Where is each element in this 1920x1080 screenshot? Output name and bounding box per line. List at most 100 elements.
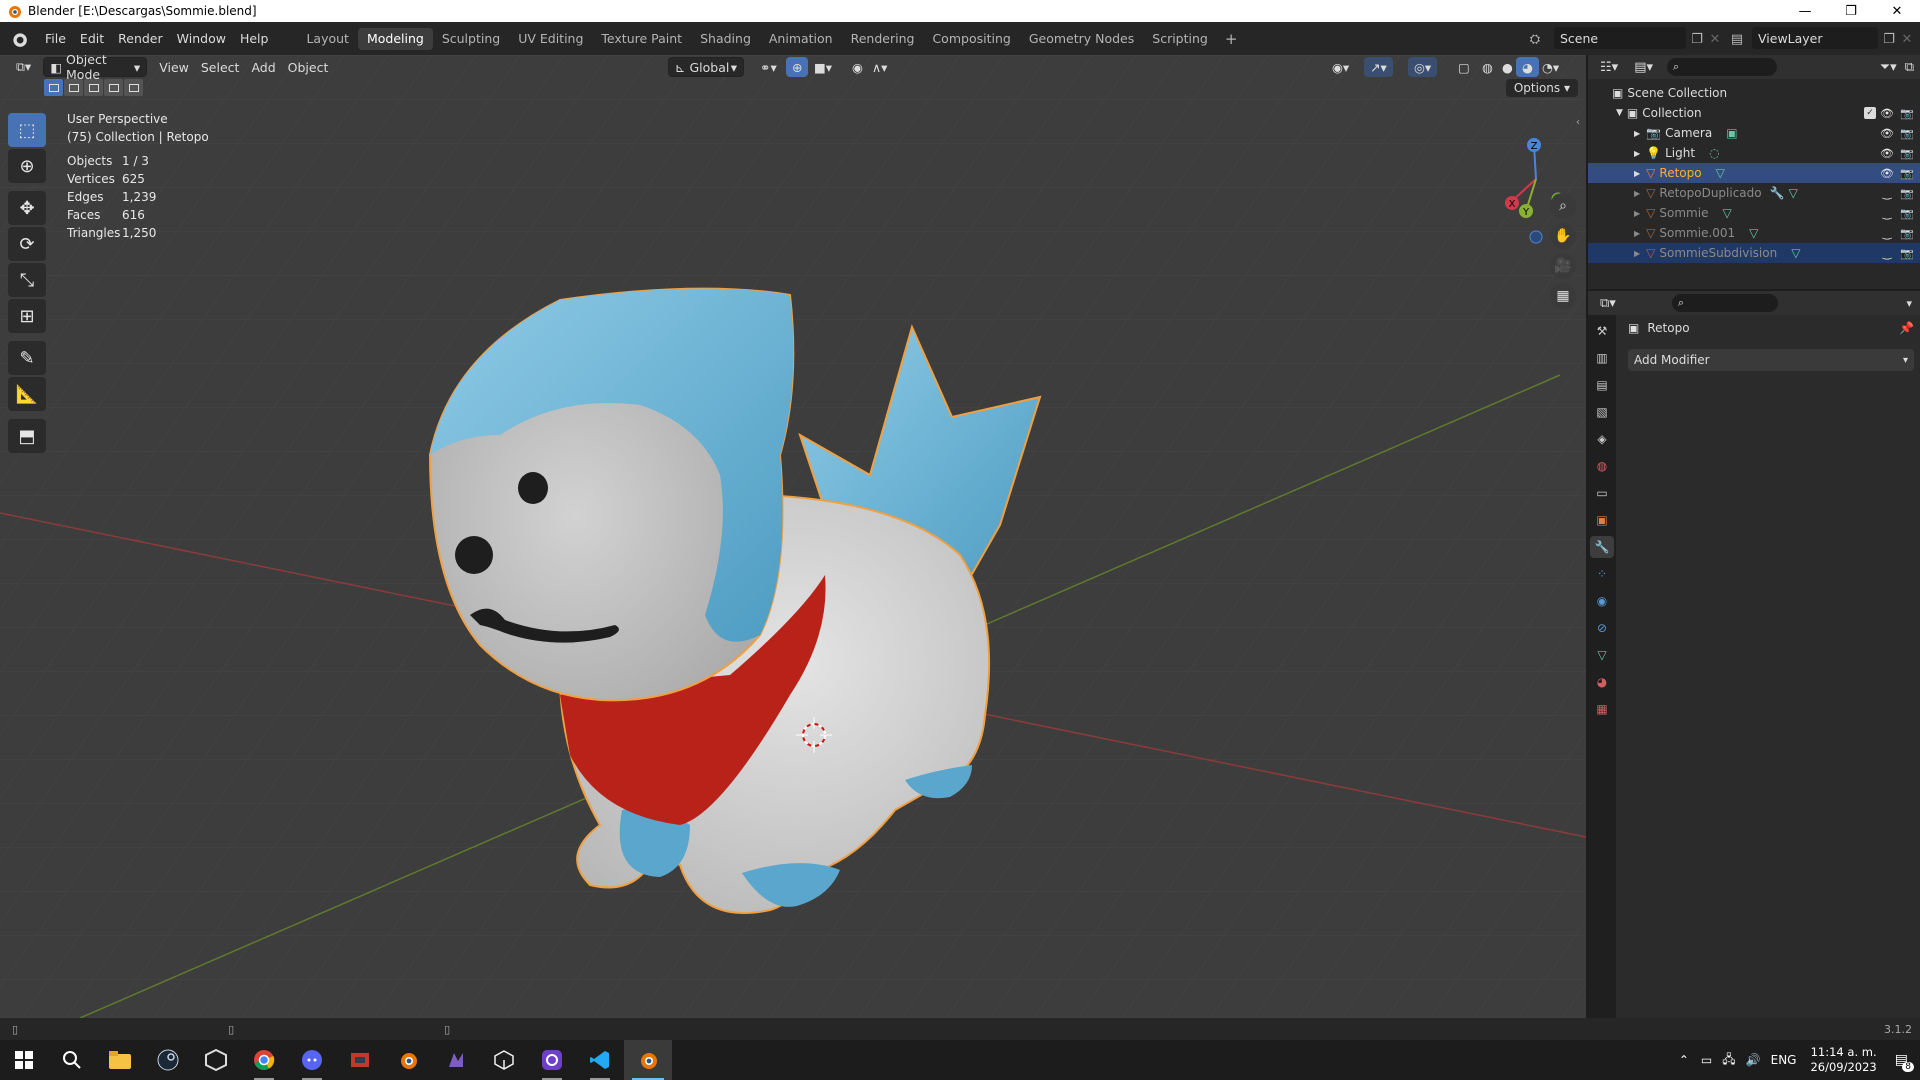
- close-button[interactable]: ✕: [1874, 0, 1920, 22]
- menu-add[interactable]: Add: [245, 57, 281, 77]
- select-subtract-icon[interactable]: [84, 79, 103, 96]
- render-tab-icon[interactable]: ▥: [1590, 347, 1614, 369]
- menu-help[interactable]: Help: [233, 28, 276, 50]
- outliner-row-sommie001[interactable]: ▶ ▽ Sommie.001 ▽ ‿ 📷: [1588, 223, 1920, 243]
- outliner-search-input[interactable]: ⌕: [1667, 58, 1777, 76]
- delete-view-layer-icon[interactable]: ✕: [1896, 28, 1918, 50]
- overlay-toggle-icon[interactable]: ◎▾: [1408, 57, 1438, 77]
- view-layer-selector[interactable]: ViewLayer: [1752, 27, 1878, 49]
- view-layer-tab-icon[interactable]: ▧: [1590, 401, 1614, 423]
- tab-modeling[interactable]: Modeling: [357, 27, 433, 50]
- pin-icon[interactable]: 📌: [1899, 321, 1914, 335]
- outliner-row-retopoduplicado[interactable]: ▶ ▽ RetopoDuplicado 🔧 ▽ ‿ 📷: [1588, 183, 1920, 203]
- menu-window[interactable]: Window: [170, 28, 233, 50]
- blender-menu-icon[interactable]: [10, 30, 28, 48]
- tab-animation[interactable]: Animation: [760, 28, 842, 50]
- add-workspace-button[interactable]: +: [1217, 30, 1246, 48]
- hidden-eye-icon[interactable]: ‿: [1880, 227, 1894, 240]
- expand-icon[interactable]: ▶: [1634, 249, 1640, 258]
- collapse-icon[interactable]: ▼: [1616, 108, 1623, 118]
- tab-uv-editing[interactable]: UV Editing: [509, 28, 592, 50]
- pan-hand-icon[interactable]: ✋: [1550, 223, 1576, 249]
- render-camera-icon[interactable]: 📷: [1900, 207, 1914, 220]
- tab-texture-paint[interactable]: Texture Paint: [592, 28, 691, 50]
- constraints-tab-icon[interactable]: ⊘: [1590, 617, 1614, 639]
- physics-tab-icon[interactable]: ◉: [1590, 590, 1614, 612]
- ortho-grid-icon[interactable]: ▦: [1550, 283, 1576, 309]
- gizmo-toggle-icon[interactable]: ↗▾: [1364, 57, 1393, 77]
- github-desktop-icon[interactable]: [528, 1040, 576, 1080]
- tab-geometry-nodes[interactable]: Geometry Nodes: [1020, 28, 1143, 50]
- hidden-eye-icon[interactable]: ‿: [1880, 207, 1894, 220]
- file-explorer-icon[interactable]: [96, 1040, 144, 1080]
- editor-type-icon[interactable]: ⧉▾: [10, 57, 37, 77]
- add-cube-tool-icon[interactable]: ⬒: [8, 419, 46, 453]
- expand-icon[interactable]: ▶: [1634, 149, 1640, 158]
- blender-launcher-icon[interactable]: [384, 1040, 432, 1080]
- tab-shading[interactable]: Shading: [691, 28, 760, 50]
- language-indicator[interactable]: ENG: [1771, 1053, 1797, 1067]
- tool-tab-icon[interactable]: ⚒: [1590, 320, 1614, 342]
- select-box-tool-icon[interactable]: ⬚: [8, 113, 46, 147]
- tray-overflow-icon[interactable]: ⌃: [1679, 1053, 1689, 1067]
- scene-selector[interactable]: Scene: [1554, 27, 1686, 49]
- unity-icon[interactable]: [480, 1040, 528, 1080]
- menu-object[interactable]: Object: [282, 57, 335, 77]
- rotate-tool-icon[interactable]: ⟳: [8, 227, 46, 261]
- exclude-checkbox[interactable]: ✓: [1864, 107, 1876, 119]
- texture-tab-icon[interactable]: ▦: [1590, 698, 1614, 720]
- outliner-collection[interactable]: ▼ ▣ Collection ✓ 👁 📷: [1588, 103, 1920, 123]
- tab-sculpting[interactable]: Sculpting: [433, 28, 509, 50]
- move-tool-icon[interactable]: ✥: [8, 191, 46, 225]
- menu-view[interactable]: View: [153, 57, 195, 77]
- tab-rendering[interactable]: Rendering: [842, 28, 924, 50]
- outliner-editor-icon[interactable]: ☷▾: [1600, 60, 1618, 75]
- clock[interactable]: 11:14 a. m. 26/09/2023: [1810, 1045, 1876, 1075]
- render-camera-icon[interactable]: 📷: [1900, 187, 1914, 200]
- notification-center-icon[interactable]: ▤ 8: [1895, 1052, 1914, 1072]
- tab-compositing[interactable]: Compositing: [923, 28, 1019, 50]
- outliner-row-light[interactable]: ▶ 💡 Light ◌ 👁 📷: [1588, 143, 1920, 163]
- menu-edit[interactable]: Edit: [73, 28, 111, 50]
- render-camera-icon[interactable]: 📷: [1900, 247, 1914, 260]
- windows-start-icon[interactable]: [0, 1040, 48, 1080]
- xray-toggle-icon[interactable]: ▢: [1452, 57, 1476, 77]
- menu-render[interactable]: Render: [111, 28, 170, 50]
- eye-icon[interactable]: 👁: [1880, 147, 1894, 160]
- outliner-row-retopo[interactable]: ▶ ▽ Retopo ▽ 👁 📷: [1588, 163, 1920, 183]
- scale-tool-icon[interactable]: ⤡: [8, 263, 46, 297]
- render-camera-icon[interactable]: 📷: [1900, 147, 1914, 160]
- particles-tab-icon[interactable]: ⁘: [1590, 563, 1614, 585]
- volume-icon[interactable]: 🔊: [1746, 1053, 1761, 1067]
- outliner-row-sommie[interactable]: ▶ ▽ Sommie ▽ ‿ 📷: [1588, 203, 1920, 223]
- minimize-button[interactable]: —: [1782, 0, 1828, 22]
- delete-scene-icon[interactable]: ✕: [1704, 28, 1726, 50]
- object-tab-icon[interactable]: ▣: [1590, 509, 1614, 531]
- modifier-tab-icon[interactable]: 🔧: [1590, 536, 1614, 558]
- rendered-shading-icon[interactable]: ◔▾: [1536, 57, 1565, 77]
- network-icon[interactable]: 🖧: [1722, 1050, 1735, 1071]
- output-tab-icon[interactable]: ▤: [1590, 374, 1614, 396]
- transform-orientation-selector[interactable]: ⊾ Global ▾: [668, 57, 744, 77]
- hidden-eye-icon[interactable]: ‿: [1880, 247, 1894, 260]
- camera-view-icon[interactable]: 🎥: [1550, 253, 1576, 279]
- restore-button[interactable]: ❐: [1828, 0, 1874, 22]
- menu-file[interactable]: File: [38, 28, 73, 50]
- view-layer-icon[interactable]: ▤: [1726, 28, 1748, 50]
- expand-icon[interactable]: ▶: [1634, 189, 1640, 198]
- snap-target-icon[interactable]: ■▾: [808, 57, 838, 77]
- pivot-point-icon[interactable]: ⚭▾: [754, 57, 783, 77]
- render-camera-icon[interactable]: 📷: [1900, 107, 1914, 120]
- tab-layout[interactable]: Layout: [297, 28, 358, 50]
- scene-icon[interactable]: ⛭: [1524, 28, 1546, 50]
- cursor-tool-icon[interactable]: ⊕: [8, 149, 46, 183]
- blender-taskbar-icon[interactable]: [624, 1040, 672, 1080]
- measure-tool-icon[interactable]: 📐: [8, 377, 46, 411]
- search-icon[interactable]: [48, 1040, 96, 1080]
- render-camera-icon[interactable]: 📷: [1900, 227, 1914, 240]
- unity-hub-icon[interactable]: [192, 1040, 240, 1080]
- options-button[interactable]: Options ▾: [1505, 79, 1578, 97]
- outliner-row-camera[interactable]: ▶ 📷 Camera ▣ 👁 📷: [1588, 123, 1920, 143]
- data-tab-icon[interactable]: ▽: [1590, 644, 1614, 666]
- new-collection-icon[interactable]: ⧉: [1905, 60, 1914, 75]
